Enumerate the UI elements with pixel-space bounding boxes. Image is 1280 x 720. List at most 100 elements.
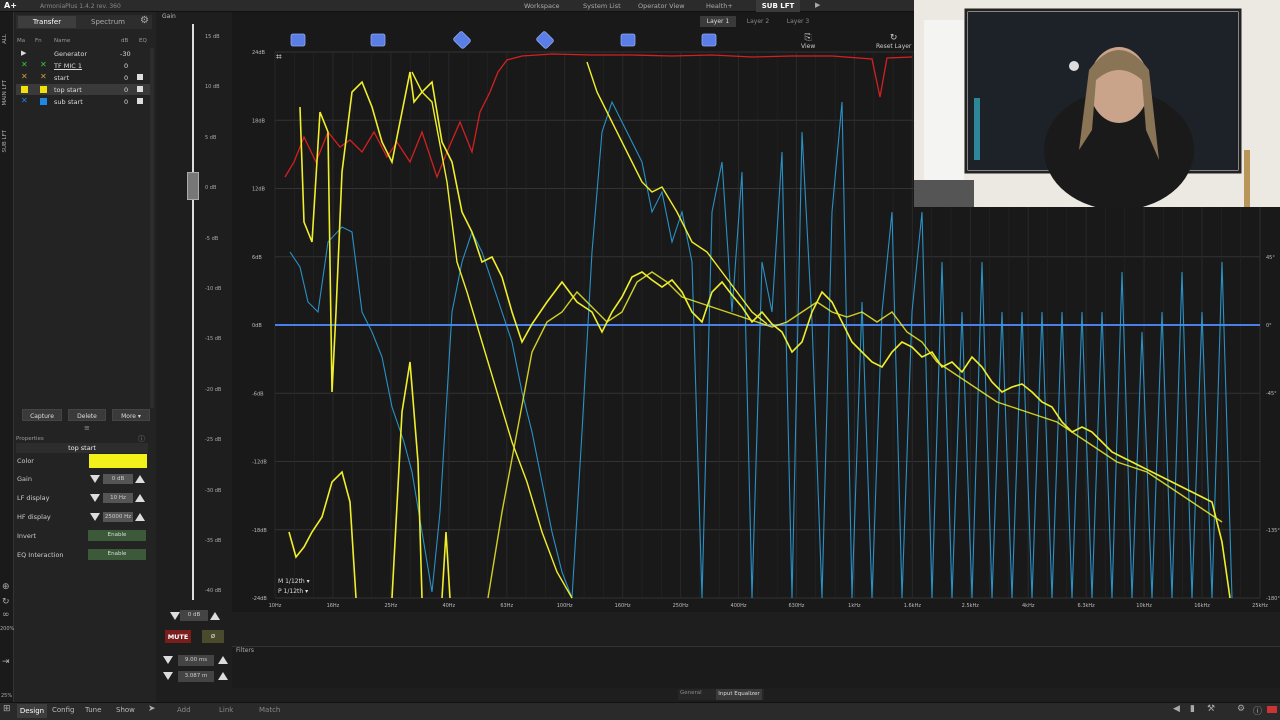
show-tab[interactable]: Show: [116, 706, 135, 714]
crop-icon[interactable]: ⌗: [276, 52, 282, 63]
nav-health[interactable]: Health+: [706, 2, 733, 10]
eq-handle-icon[interactable]: [536, 31, 554, 49]
layer-1-tab[interactable]: Layer 1: [700, 16, 736, 27]
hf-display-field[interactable]: 25000 Hz: [103, 512, 133, 522]
eq-interaction-label: EQ Interaction: [17, 551, 64, 559]
nav-workspace[interactable]: Workspace: [524, 2, 560, 10]
increment-icon[interactable]: [210, 612, 220, 620]
eq-checkbox[interactable]: [137, 86, 143, 92]
increment-icon[interactable]: [218, 656, 228, 664]
link-icon[interactable]: ∞: [2, 610, 10, 620]
decrement-icon[interactable]: [90, 494, 100, 502]
expand-icon[interactable]: ⇥: [2, 657, 10, 667]
tab-sub-lft[interactable]: SUB LFT: [2, 130, 8, 153]
menu-icon[interactable]: ⊞: [3, 704, 11, 714]
decrement-icon[interactable]: [170, 612, 180, 620]
increment-icon[interactable]: [135, 475, 145, 483]
reset-label: Reset Layer: [876, 43, 912, 50]
eq-checkbox[interactable]: [137, 74, 143, 80]
pointer-icon[interactable]: ➤: [148, 704, 156, 714]
info-icon[interactable]: ⓘ: [1253, 704, 1262, 717]
decrement-icon[interactable]: [163, 672, 173, 680]
design-tab[interactable]: Design: [17, 704, 47, 718]
increment-icon[interactable]: [218, 672, 228, 680]
config-tab[interactable]: Config: [52, 706, 74, 714]
gain-fader-track[interactable]: [192, 24, 194, 600]
color-swatch[interactable]: [40, 86, 47, 93]
more-button[interactable]: More ▾: [112, 409, 150, 421]
eq-handle-icon[interactable]: [453, 31, 471, 49]
play-icon[interactable]: ▶: [21, 49, 26, 57]
play-icon[interactable]: ▶: [815, 1, 820, 9]
tab-general[interactable]: General: [680, 690, 702, 696]
match-button[interactable]: Match: [259, 706, 280, 714]
delay-m-field[interactable]: 3.087 m: [178, 671, 214, 682]
capture-button[interactable]: Capture: [22, 409, 62, 421]
nav-operator-view[interactable]: Operator View: [638, 2, 685, 10]
delete-button[interactable]: Delete: [68, 409, 106, 421]
active-x-icon[interactable]: ✕: [21, 96, 28, 105]
add-button[interactable]: Add: [177, 706, 191, 714]
trace-row-sub-start[interactable]: ✕ sub start 0: [16, 96, 150, 107]
gain-field[interactable]: 0 dB: [103, 474, 133, 484]
phase-invert-button[interactable]: ø: [202, 630, 224, 643]
trace-row-generator[interactable]: ▶ Generator -30: [16, 48, 150, 59]
lf-display-field[interactable]: 10 Hz: [103, 493, 133, 503]
refresh-icon[interactable]: ↻: [2, 597, 10, 607]
zoom-in-icon[interactable]: ⊕: [2, 582, 10, 592]
increment-icon[interactable]: [135, 494, 145, 502]
flag-icon[interactable]: [1267, 706, 1277, 713]
gain-fader-handle[interactable]: [187, 172, 199, 200]
drag-handle-icon[interactable]: ≡: [84, 424, 90, 432]
tools-icon[interactable]: ⚒: [1207, 704, 1215, 714]
layer-2-tab[interactable]: Layer 2: [740, 16, 776, 27]
lf-display-label: LF display: [17, 494, 50, 502]
nav-system-list[interactable]: System List: [583, 2, 621, 10]
layer-3-tab[interactable]: Layer 3: [780, 16, 816, 27]
tab-all[interactable]: ALL: [2, 34, 8, 44]
color-picker[interactable]: [89, 454, 147, 468]
color-swatch[interactable]: [21, 86, 28, 93]
tab-input-equalizer[interactable]: Input Equalizer: [716, 689, 762, 700]
eq-handle-icon[interactable]: [290, 33, 306, 47]
gain-value-field[interactable]: 0 dB: [180, 610, 208, 621]
mute-button[interactable]: MUTE: [165, 630, 191, 643]
increment-icon[interactable]: [135, 513, 145, 521]
eq-handle-icon[interactable]: [370, 33, 386, 47]
settings-icon[interactable]: ⚙: [1237, 704, 1245, 714]
active-x-icon[interactable]: ✕: [21, 60, 28, 69]
function-x-icon[interactable]: ✕: [40, 60, 47, 69]
trace-list-scrollbar[interactable]: [150, 48, 154, 408]
decrement-icon[interactable]: [90, 513, 100, 521]
eq-handle-icon[interactable]: [701, 33, 717, 47]
gear-icon[interactable]: ⚙: [140, 15, 149, 26]
tab-transfer[interactable]: Transfer: [18, 16, 76, 28]
view-button[interactable]: ⎘ View: [801, 33, 815, 50]
eq-handle-icon[interactable]: [620, 33, 636, 47]
y-tick-label: 12dB: [252, 187, 266, 193]
invert-enable-button[interactable]: Enable: [88, 530, 146, 541]
decrement-icon[interactable]: [163, 656, 173, 664]
decrement-icon[interactable]: [90, 475, 100, 483]
smoothing-magnitude[interactable]: M 1/12th ▾: [278, 578, 310, 585]
p-label: P: [278, 588, 282, 595]
trace-row-tf-mic-1[interactable]: ✕ ✕ TF MIC 1 0: [16, 60, 150, 71]
speaker-icon[interactable]: ◀: [1173, 704, 1180, 714]
trash-icon[interactable]: ▮: [1190, 704, 1195, 714]
color-swatch[interactable]: [40, 98, 47, 105]
trace-row-top-start[interactable]: top start 0: [16, 84, 150, 95]
eq-checkbox[interactable]: [137, 98, 143, 104]
function-x-icon[interactable]: ✕: [40, 72, 47, 81]
link-button[interactable]: Link: [219, 706, 233, 714]
smoothing-phase[interactable]: P 1/12th ▾: [278, 588, 308, 595]
delay-ms-field[interactable]: 9.00 ms: [178, 655, 214, 666]
tab-spectrum[interactable]: Spectrum: [80, 16, 136, 28]
col-name: Name: [54, 38, 71, 44]
trace-row-start[interactable]: ✕ ✕ start 0: [16, 72, 150, 83]
eq-interaction-enable-button[interactable]: Enable: [88, 549, 146, 560]
tab-main-lft[interactable]: MAIN LFT: [2, 80, 8, 105]
nav-sub-lft[interactable]: SUB LFT: [756, 0, 800, 12]
active-x-icon[interactable]: ✕: [21, 72, 28, 81]
tune-tab[interactable]: Tune: [85, 706, 101, 714]
reset-layer-button[interactable]: ↻ Reset Layer: [876, 33, 911, 50]
